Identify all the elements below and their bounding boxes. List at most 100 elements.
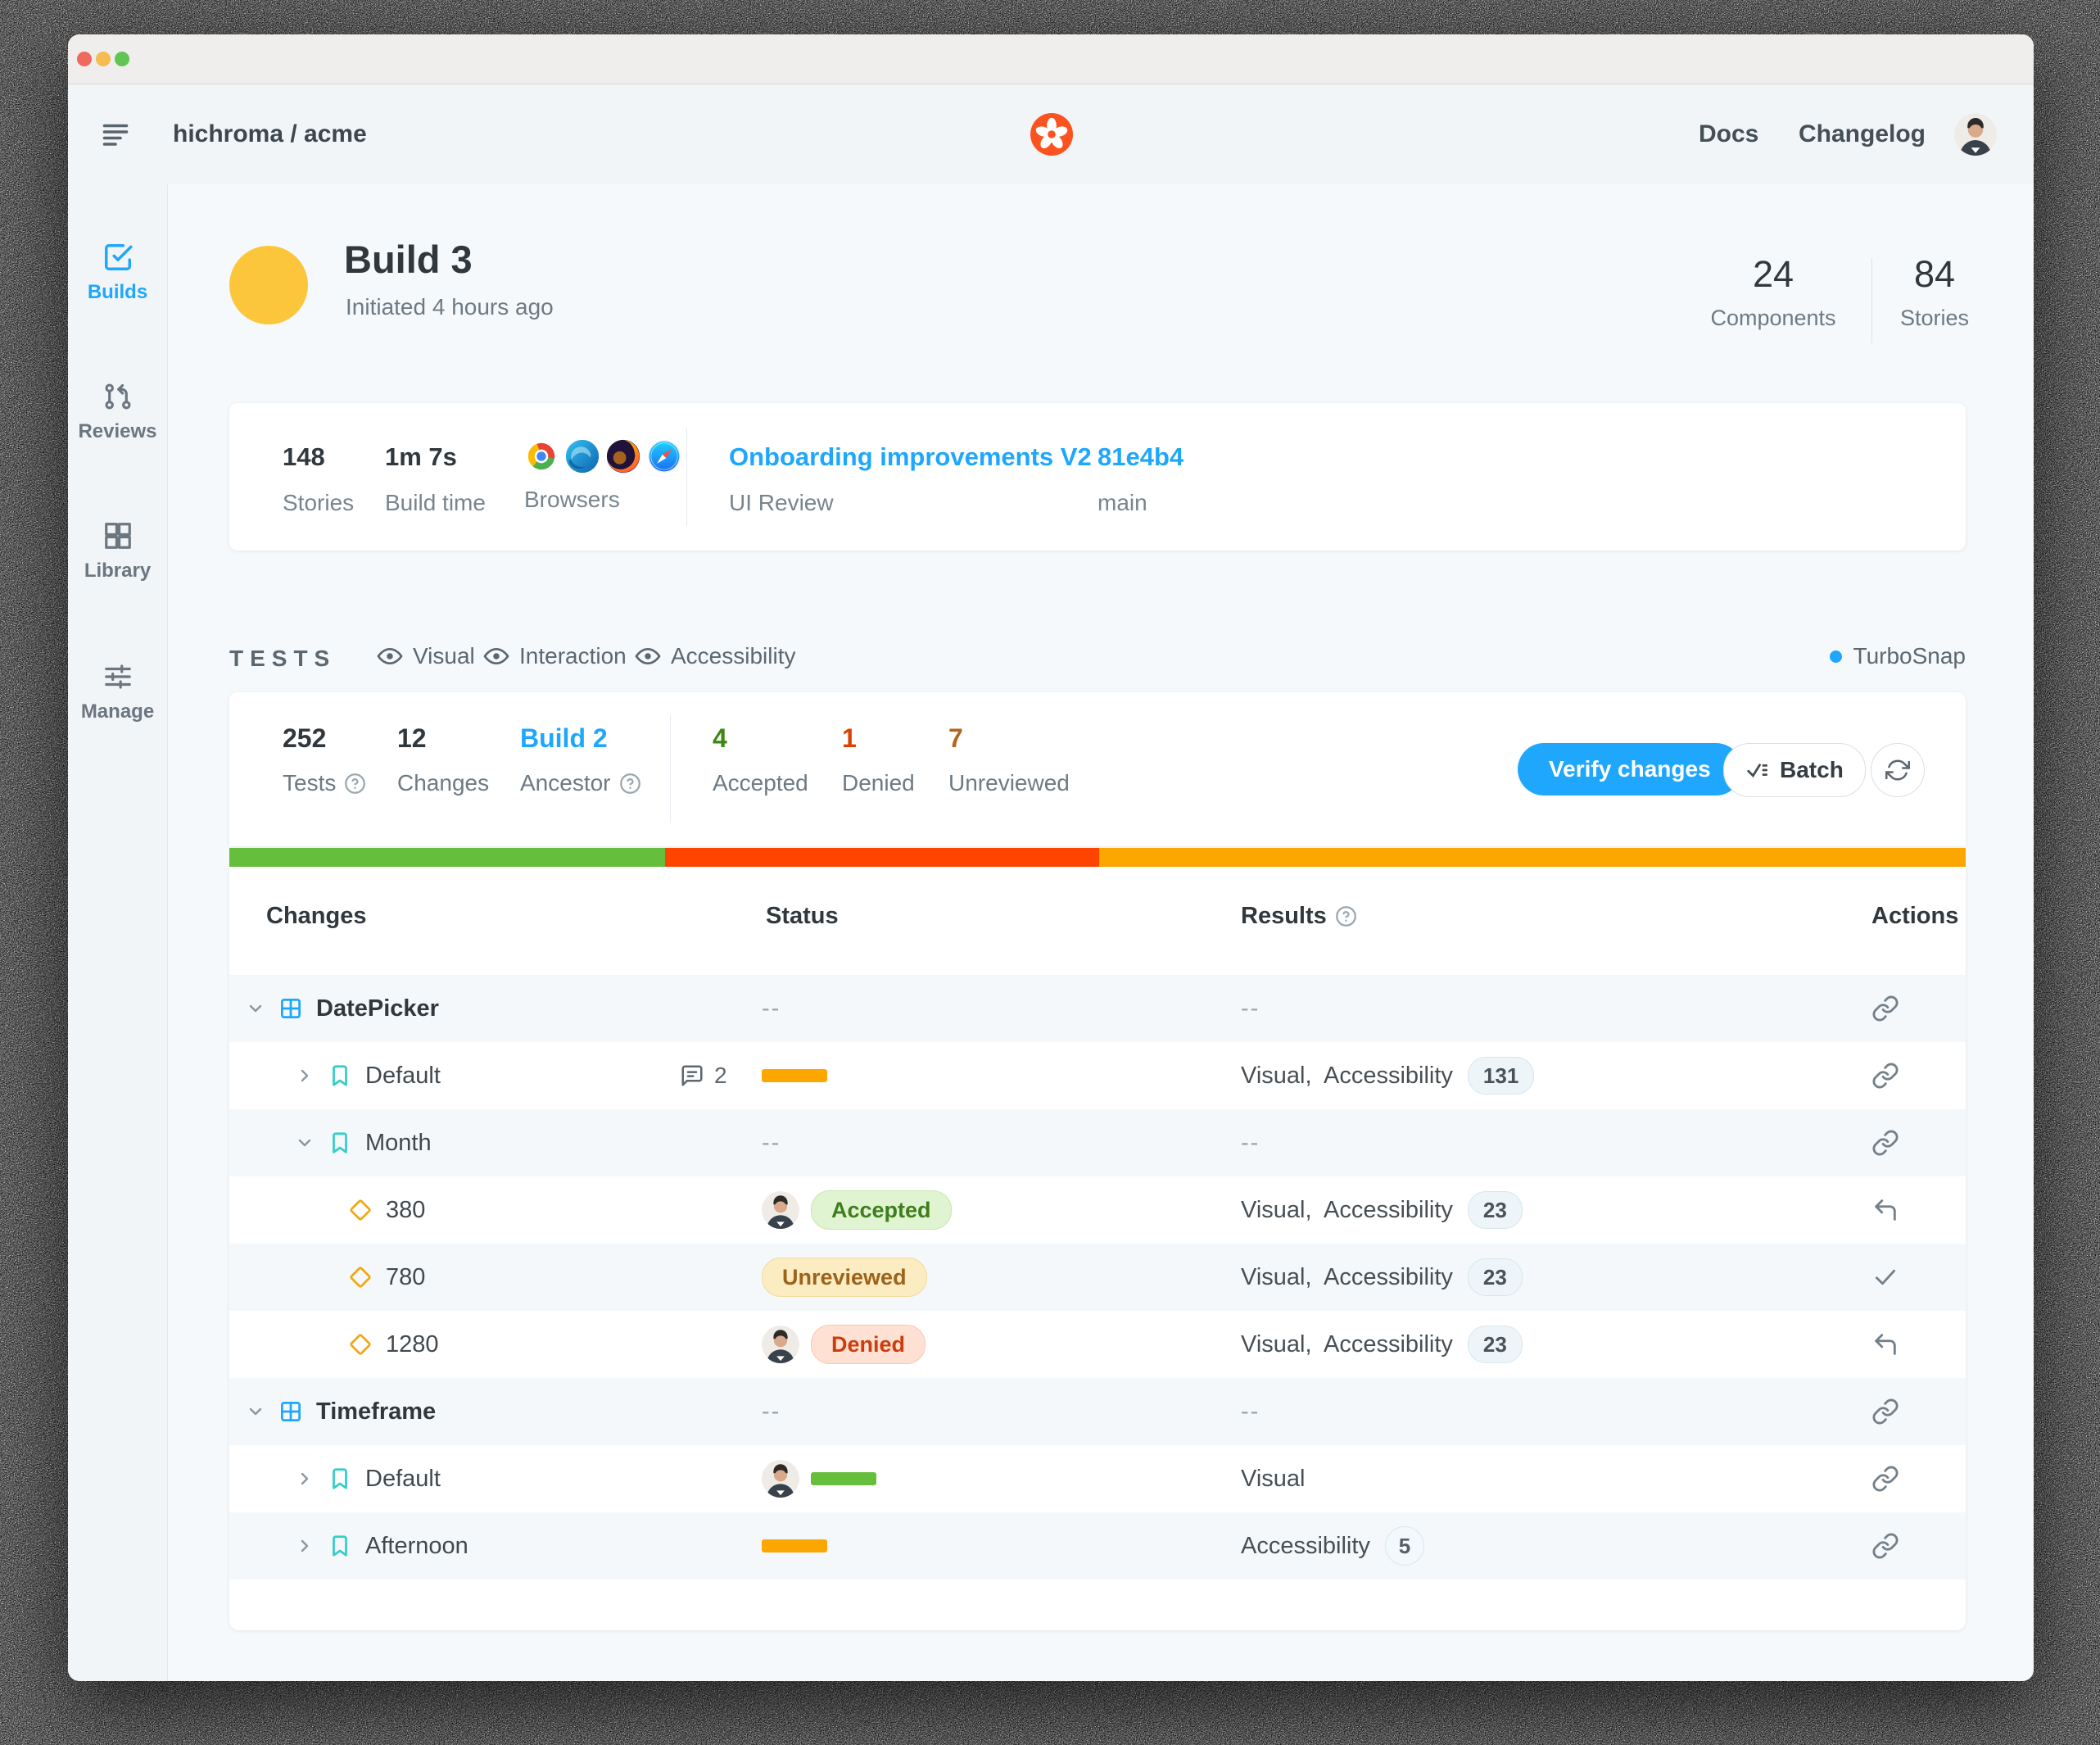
help-icon[interactable]	[619, 773, 641, 795]
sidebar-item-builds[interactable]: Builds	[68, 242, 167, 304]
verify-changes-button[interactable]: Verify changes	[1518, 743, 1742, 795]
test-name[interactable]: 1280	[386, 1331, 439, 1358]
results-text: Visual, Accessibility	[1241, 1331, 1453, 1358]
toggle-accessibility[interactable]: Accessibility	[635, 643, 795, 669]
status-empty: --	[762, 995, 781, 1022]
nav-docs[interactable]: Docs	[1699, 120, 1758, 148]
test-name[interactable]: 780	[386, 1264, 425, 1291]
story-name[interactable]: Default	[365, 1466, 441, 1493]
progress-segment-unreviewed	[1099, 848, 1966, 867]
review-title-link[interactable]: Onboarding improvements V2	[729, 442, 1092, 472]
tests-stat: 252 Tests	[283, 723, 366, 796]
story-name[interactable]: Month	[365, 1130, 432, 1157]
accept-check-icon[interactable]	[1871, 1263, 1899, 1291]
rerun-build-button[interactable]	[1871, 743, 1925, 797]
commit-link[interactable]: 81e4b4	[1098, 442, 1184, 472]
summary-divider	[670, 715, 671, 823]
help-icon[interactable]	[344, 773, 366, 795]
chevron-down-icon[interactable]	[295, 1133, 315, 1153]
ancestor-build-link[interactable]: Build 2	[520, 723, 641, 754]
table-row: Default 2 Visual, Accessibility 131	[229, 1042, 1966, 1109]
changes-cell: Afternoon	[295, 1512, 468, 1580]
link-icon[interactable]	[1871, 1129, 1899, 1157]
results-text: Visual, Accessibility	[1241, 1063, 1453, 1090]
undo-icon[interactable]	[1871, 1196, 1899, 1224]
eye-icon	[377, 643, 403, 669]
nav-changelog[interactable]: Changelog	[1799, 120, 1926, 148]
column-results: Results	[1241, 903, 1357, 930]
results-text: Visual, Accessibility	[1241, 1197, 1453, 1224]
breadcrumb[interactable]: hichroma / acme	[173, 120, 367, 148]
results-cell: --	[1241, 1109, 1260, 1176]
chromatic-logo-icon[interactable]	[1030, 113, 1073, 156]
zoom-window-button[interactable]	[115, 52, 129, 66]
sidebar-item-reviews[interactable]: Reviews	[68, 381, 167, 443]
menu-icon[interactable]	[101, 120, 130, 149]
batch-checklist-icon	[1745, 758, 1770, 782]
results-cell: Visual, Accessibility 23	[1241, 1311, 1523, 1378]
results-text: Visual, Accessibility	[1241, 1264, 1453, 1291]
changes-table-card: Changes Status Results Actions DatePicke…	[229, 867, 1966, 1630]
batch-button[interactable]: Batch	[1723, 743, 1866, 797]
column-actions: Actions	[1871, 903, 1958, 930]
link-icon[interactable]	[1871, 1062, 1899, 1090]
app-window: hichroma / acme Docs Changelog Builds Re…	[68, 34, 2034, 1681]
minimize-window-button[interactable]	[96, 52, 111, 66]
window-titlebar	[68, 34, 2034, 84]
bookmark-icon	[328, 1131, 352, 1155]
status-cell: Unreviewed	[762, 1244, 927, 1311]
user-avatar[interactable]	[1954, 113, 1997, 156]
bookmark-icon	[328, 1534, 352, 1558]
close-window-button[interactable]	[77, 52, 92, 66]
sidebar-item-library[interactable]: Library	[68, 520, 167, 582]
results-count-badge: 131	[1468, 1057, 1534, 1095]
link-icon[interactable]	[1871, 995, 1899, 1022]
column-changes: Changes	[266, 903, 366, 930]
changes-cell: Default	[295, 1042, 441, 1109]
changes-cell: Month	[295, 1109, 432, 1176]
results-count-badge: 23	[1468, 1326, 1523, 1363]
comment-count[interactable]: 2	[680, 1042, 727, 1109]
status-cell	[762, 1445, 876, 1512]
undo-icon[interactable]	[1871, 1330, 1899, 1358]
status-progress-bar	[762, 1539, 827, 1552]
components-stat: 24 Components	[1704, 253, 1843, 331]
status-empty: --	[762, 1130, 781, 1157]
component-name[interactable]: DatePicker	[316, 995, 439, 1022]
link-icon[interactable]	[1871, 1465, 1899, 1493]
stat-divider	[1871, 258, 1872, 343]
story-name[interactable]: Default	[365, 1063, 441, 1090]
edge-browser-icon	[565, 439, 600, 474]
build-status-circle	[229, 246, 308, 324]
chevron-right-icon[interactable]	[295, 1536, 315, 1556]
link-icon[interactable]	[1871, 1398, 1899, 1425]
test-name[interactable]: 380	[386, 1197, 425, 1224]
status-cell: --	[762, 1378, 781, 1445]
tests-section-title: TESTS	[229, 646, 336, 672]
results-text: Visual	[1241, 1466, 1305, 1493]
chevron-right-icon[interactable]	[295, 1066, 315, 1086]
results-cell: --	[1241, 975, 1260, 1042]
sidebar-item-manage[interactable]: Manage	[68, 661, 167, 723]
chevron-down-icon[interactable]	[246, 1402, 265, 1421]
bookmark-icon	[328, 1063, 352, 1088]
app-header: hichroma / acme Docs Changelog	[68, 84, 2034, 185]
manage-sliders-icon	[102, 661, 134, 692]
denied-stat: 1 Denied	[842, 723, 915, 796]
toggle-interaction[interactable]: Interaction	[483, 643, 627, 669]
sidebar-item-label: Builds	[88, 281, 147, 304]
reviewer-avatar	[762, 1326, 799, 1363]
story-name[interactable]: Afternoon	[365, 1533, 468, 1560]
grid-icon	[278, 996, 303, 1021]
toggle-visual[interactable]: Visual	[377, 643, 475, 669]
unreviewed-stat: 7 Unreviewed	[948, 723, 1070, 796]
link-icon[interactable]	[1871, 1532, 1899, 1560]
changes-cell: 380	[348, 1176, 425, 1244]
eye-icon	[635, 643, 661, 669]
chevron-right-icon[interactable]	[295, 1469, 315, 1489]
results-text: Accessibility	[1241, 1533, 1370, 1560]
chevron-down-icon[interactable]	[246, 999, 265, 1018]
component-name[interactable]: Timeframe	[316, 1398, 436, 1425]
results-cell: --	[1241, 1378, 1260, 1445]
help-icon[interactable]	[1335, 905, 1357, 927]
